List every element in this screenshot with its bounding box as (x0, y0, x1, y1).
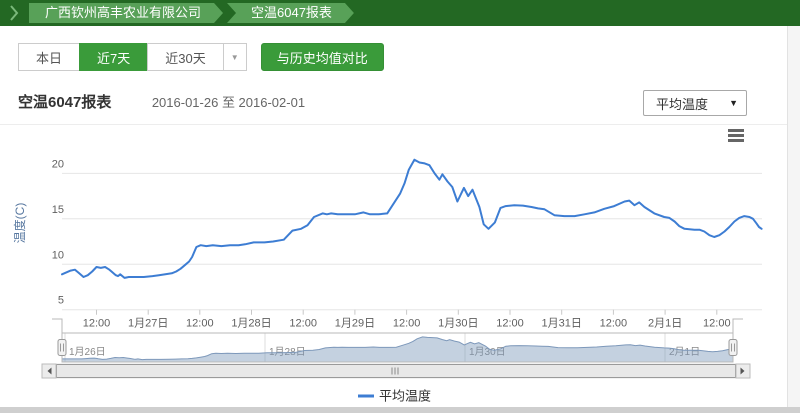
x-axis-label: 12:00 (83, 318, 111, 330)
scrollbar-thumb[interactable] (57, 365, 736, 378)
breadcrumb-chevron-icon (10, 5, 19, 21)
range-dropdown-caret-icon[interactable]: ▼ (223, 43, 247, 71)
x-axis-label: 12:00 (600, 318, 628, 330)
y-axis-title: 温度(C) (12, 203, 27, 244)
y-axis-label: 10 (52, 249, 64, 261)
x-axis-label: 12:00 (289, 318, 317, 330)
breadcrumb-item-report[interactable]: 空温6047报表 (227, 3, 354, 23)
navigator-handle-left[interactable] (58, 340, 66, 356)
page-title: 空温6047报表 (18, 94, 111, 111)
range-button-today[interactable]: 本日 (18, 43, 80, 71)
x-axis-label: 2月1日 (648, 318, 682, 330)
range-button-7days[interactable]: 近7天 (79, 43, 148, 71)
bottom-edge-strip (0, 407, 800, 413)
navigator-handle-right[interactable] (729, 340, 737, 356)
x-axis-label: 1月30日 (438, 318, 478, 330)
x-axis-label: 1月28日 (231, 318, 271, 330)
range-button-30days[interactable]: 近30天 (147, 43, 223, 71)
x-axis-label: 1月27日 (128, 318, 168, 330)
navigator-axis-label: 1月26日 (69, 346, 106, 358)
y-axis-label: 20 (52, 158, 64, 170)
range-button-group: 本日 近7天 近30天 ▼ (18, 43, 247, 71)
navigator-outline-left (52, 319, 62, 333)
legend-label: 平均温度 (379, 389, 431, 404)
scrollbar-left-button[interactable] (42, 364, 56, 378)
chart-context-menu-icon[interactable] (728, 129, 744, 142)
select-caret-icon: ▼ (729, 98, 738, 108)
metric-select[interactable]: 平均温度 ▼ (643, 90, 747, 116)
legend-item-avg-temperature[interactable]: 平均温度 (358, 389, 431, 404)
x-axis-label: 12:00 (496, 318, 524, 330)
y-axis-label: 15 (52, 204, 64, 216)
x-axis-label: 12:00 (393, 318, 421, 330)
breadcrumb-item-company[interactable]: 广西钦州高丰农业有限公司 (29, 3, 223, 23)
temperature-chart: 5 10 15 20 12:00 1月27日 12:00 1月28日 12:00 1月29日 12:… (0, 125, 788, 409)
date-range-label: 2016-01-26 至 2016-02-01 (152, 95, 305, 110)
toolbar: 本日 近7天 近30天 ▼ 与历史均值对比 (0, 26, 787, 71)
y-axis-label: 5 (58, 295, 64, 307)
navigator-outline-right (733, 319, 743, 333)
compare-history-button[interactable]: 与历史均值对比 (261, 43, 384, 71)
report-header: 空温6047报表 2016-01-26 至 2016-02-01 平均温度 ▼ (0, 90, 787, 117)
x-axis-label: 12:00 (186, 318, 214, 330)
chart-area: 5 10 15 20 12:00 1月27日 12:00 1月28日 12:00 1月29日 12:… (0, 124, 787, 408)
scrollbar-right-button[interactable] (736, 364, 750, 378)
metric-select-value: 平均温度 (656, 94, 708, 113)
x-axis-label: 12:00 (703, 318, 731, 330)
navigator-area[interactable] (62, 337, 733, 362)
main-panel: 本日 近7天 近30天 ▼ 与历史均值对比 空温6047报表 2016-01-2… (0, 26, 788, 407)
x-axis-label: 1月29日 (335, 318, 375, 330)
x-axis-label: 1月31日 (542, 318, 582, 330)
breadcrumb: 广西钦州高丰农业有限公司 空温6047报表 (0, 0, 800, 26)
